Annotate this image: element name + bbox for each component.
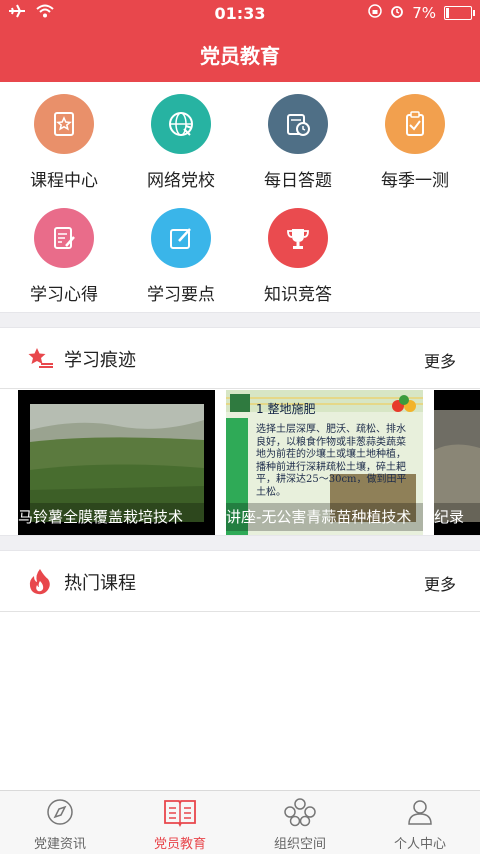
tab-label: 党建资讯	[33, 837, 86, 852]
study-card[interactable]: 马铃薯全膜覆盖栽培技术	[18, 390, 215, 535]
slide-text: 选择土层深厚、肥沃、疏松、排水良好，以粮食作物或非葱蒜类蔬菜地为前茬的沙壤土或壤…	[256, 424, 407, 498]
globe-party-icon	[151, 94, 211, 154]
card-caption: 纪录	[434, 503, 480, 531]
section-title: 热门课程	[64, 573, 136, 594]
app-header: 01:33 7% 党员教育	[0, 0, 480, 82]
menu-item-label: 每日答题	[264, 171, 332, 191]
menu-item-study-points[interactable]: 学习要点	[121, 208, 241, 305]
menu-item-quarterly-test[interactable]: 每季一测	[355, 94, 475, 191]
tab-party-education[interactable]: 党员教育	[120, 797, 240, 852]
page-title: 党员教育	[200, 44, 280, 68]
menu-item-label: 每季一测	[381, 171, 449, 191]
tab-bar: 党建资讯 党员教育 组织空间 个人中心	[0, 790, 480, 854]
news-icon	[47, 799, 73, 825]
alarm-icon	[390, 4, 404, 22]
more-link[interactable]: 更多	[424, 348, 456, 372]
section-divider	[0, 312, 480, 328]
menu-item-label: 学习要点	[147, 285, 215, 305]
study-trace-header: 学习痕迹 更多	[0, 328, 480, 389]
calendar-clock-icon	[268, 94, 328, 154]
clipboard-check-icon	[385, 94, 445, 154]
menu-item-label: 课程中心	[30, 171, 98, 191]
section-divider	[0, 535, 480, 551]
edit-icon	[151, 208, 211, 268]
menu-item-label: 知识竞答	[264, 285, 332, 305]
study-card[interactable]: 1 整地施肥 选择土层深厚、肥沃、疏松、排水良好，以粮食作物或非葱蒜类蔬菜地为前…	[226, 390, 423, 535]
slide-heading: 1 整地施肥	[256, 402, 316, 416]
menu-item-study-notes[interactable]: 学习心得	[4, 208, 124, 305]
hot-courses-header: 热门课程 更多	[0, 551, 480, 612]
menu-item-network-party-school[interactable]: 网络党校	[121, 94, 241, 191]
tab-personal-center[interactable]: 个人中心	[360, 797, 480, 852]
tab-organization-space[interactable]: 组织空间	[240, 797, 360, 852]
flag-star-icon	[28, 344, 54, 374]
tab-label: 个人中心	[393, 837, 446, 852]
organization-icon	[284, 798, 316, 827]
more-link[interactable]: 更多	[424, 571, 456, 595]
study-cards-carousel[interactable]: 马铃薯全膜覆盖栽培技术 1 整地施肥 选择土层深厚、肥沃、疏松、排水良好，以粮食…	[0, 390, 480, 535]
menu-item-course-center[interactable]: 课程中心	[4, 94, 124, 191]
tab-label: 组织空间	[273, 837, 326, 852]
tab-label: 党员教育	[153, 837, 206, 852]
trophy-icon	[268, 208, 328, 268]
tab-party-news[interactable]: 党建资讯	[0, 797, 120, 852]
orientation-lock-icon	[368, 4, 382, 22]
person-icon	[408, 800, 432, 825]
notes-pen-icon	[34, 208, 94, 268]
menu-item-knowledge-contest[interactable]: 知识竞答	[238, 208, 358, 305]
card-caption: 马铃薯全膜覆盖栽培技术	[18, 503, 215, 531]
education-book-icon	[164, 800, 196, 828]
menu-item-label: 网络党校	[147, 171, 215, 191]
menu-item-label: 学习心得	[30, 285, 98, 305]
status-bar: 01:33 7%	[0, 0, 480, 26]
battery-icon	[444, 6, 475, 20]
study-card[interactable]: 纪录	[434, 390, 480, 535]
fire-icon	[28, 567, 52, 599]
book-star-icon	[34, 94, 94, 154]
section-title: 学习痕迹	[64, 350, 136, 371]
card-caption: 讲座-无公害青蒜苗种植技术	[226, 503, 423, 531]
battery-percent: 7%	[412, 4, 436, 22]
menu-item-daily-quiz[interactable]: 每日答题	[238, 94, 358, 191]
